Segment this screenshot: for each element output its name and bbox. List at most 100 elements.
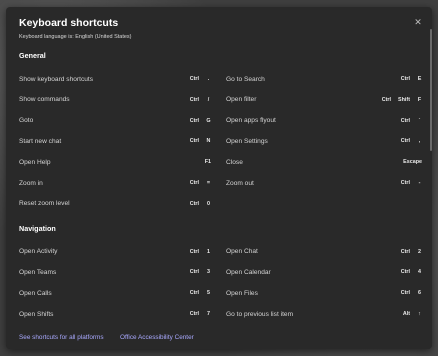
shortcut-row: Start new chat Ctrl N Open Settings Ctrl, — [19, 131, 422, 151]
key-label: N — [206, 138, 211, 145]
shortcut-label: Open Settings — [226, 137, 268, 145]
key-combination: Ctrl - — [401, 180, 422, 186]
key-label: ↑ — [418, 311, 421, 317]
shortcut-item: Open Files Ctrl 6 — [226, 283, 422, 303]
key-label: / — [207, 96, 210, 103]
shortcut-row: Goto Ctrl G Open apps flyout Ctrl ` — [19, 111, 422, 131]
shortcut-label: Open Help — [19, 158, 51, 166]
shortcut-row: Zoom in Ctrl = Zoom out Ctrl - — [19, 173, 422, 193]
key-label: Ctrl — [189, 269, 199, 276]
key-label: Ctrl — [400, 269, 410, 276]
key-label: 4 — [418, 269, 421, 276]
shortcut-item: Reset zoom level Ctrl 0 — [19, 194, 211, 214]
key-combination: Ctrl / — [190, 97, 211, 103]
shortcut-item: Open filter Ctrl Shift F — [226, 90, 422, 110]
shortcut-label: Reset zoom level — [19, 200, 70, 208]
key-combination: Ctrl, — [401, 138, 422, 144]
shortcut-label: Close — [226, 158, 243, 166]
shortcut-label: Open Teams — [19, 268, 57, 276]
key-combination: Ctrl 3 — [190, 269, 211, 275]
key-combination: Alt ↑ — [403, 311, 422, 317]
key-combination: Ctrl 4 — [401, 269, 422, 275]
shortcut-row: Open Shifts Ctrl 7 Go to previous list item… — [19, 304, 422, 324]
key-combination: Escape — [403, 159, 422, 165]
key-combination: Ctrl G — [190, 118, 211, 124]
key-label: = — [206, 180, 211, 186]
key-combination: Ctrl Shift F — [382, 97, 422, 103]
key-label: F1 — [204, 159, 211, 166]
shortcut-item: Open Calls Ctrl 5 — [19, 283, 211, 303]
shortcut-item: Open Activity Ctrl 1 — [19, 242, 211, 262]
key-label: Ctrl — [189, 290, 199, 297]
key-combination: Ctrl 6 — [401, 290, 422, 296]
key-label: , — [418, 138, 421, 145]
key-label: F — [417, 96, 422, 103]
key-combination: Ctrl. — [190, 76, 211, 82]
see-all-platforms-link[interactable]: See shortcuts for all platforms — [19, 334, 104, 341]
shortcut-item: Open apps flyout Ctrl ` — [226, 111, 422, 131]
shortcut-item: Start new chat Ctrl N — [19, 131, 211, 151]
shortcut-row: Open Calls Ctrl 5 Open Files Ctrl 6 — [19, 283, 422, 303]
shortcut-row: Reset zoom level Ctrl 0 — [19, 194, 422, 214]
shortcut-item: Goto Ctrl G — [19, 111, 211, 131]
key-combination: Ctrl 0 — [190, 201, 211, 207]
key-combination: Ctrl 7 — [190, 311, 211, 317]
shortcut-item: Open Help F1 — [19, 152, 211, 172]
shortcut-label: Go to Search — [226, 75, 265, 83]
key-label: Ctrl — [189, 180, 199, 186]
shortcut-item: Open Settings Ctrl, — [226, 131, 422, 151]
key-label: 6 — [418, 290, 421, 297]
key-label: 3 — [207, 269, 210, 276]
shortcut-label: Open apps flyout — [226, 117, 276, 125]
key-label: Ctrl — [189, 76, 199, 82]
shortcut-label: Show keyboard shortcuts — [19, 75, 94, 83]
shortcut-item: Open Teams Ctrl 3 — [19, 262, 211, 282]
shortcut-label: Zoom in — [19, 179, 43, 187]
key-label: Ctrl — [400, 76, 410, 82]
key-label: Ctrl — [400, 180, 410, 186]
shortcut-item: Close Escape — [226, 152, 422, 172]
shortcut-label: Open Calendar — [226, 268, 271, 276]
section-title: General — [19, 51, 46, 60]
key-label: Ctrl — [189, 117, 199, 124]
key-label: Shift — [398, 96, 410, 103]
key-combination: Ctrl 1 — [190, 249, 211, 255]
shortcut-row: Show commands Ctrl / Open filter Ctrl Shift F — [19, 90, 422, 110]
shortcut-row: Open Help F1 Close Escape — [19, 152, 422, 172]
key-label: Ctrl — [400, 290, 410, 297]
shortcut-label: Open Calls — [19, 289, 52, 297]
close-icon[interactable]: ✕ — [413, 17, 423, 27]
key-label: Ctrl — [381, 96, 392, 103]
shortcut-label: Show commands — [19, 96, 70, 104]
dialog-footer: See shortcuts for all platforms Office A… — [6, 330, 432, 349]
key-label: 5 — [207, 290, 210, 297]
key-combination: Ctrl 2 — [401, 249, 422, 255]
shortcut-row: Open Activity Ctrl 1 Open Chat Ctrl 2 — [19, 242, 422, 262]
accessibility-center-link[interactable]: Office Accessibility Center — [120, 334, 194, 341]
shortcut-item: Open Chat Ctrl 2 — [226, 242, 422, 262]
section-title: Navigation — [19, 223, 56, 233]
key-label: Ctrl — [400, 248, 410, 255]
scrollbar-thumb[interactable] — [430, 29, 432, 151]
shortcut-label: Goto — [19, 117, 34, 125]
key-label: 2 — [418, 248, 421, 255]
key-label: - — [418, 180, 421, 186]
key-label: Escape — [403, 159, 422, 166]
key-combination: Ctrl 5 — [190, 290, 211, 296]
shortcut-item: Go to previous list item Alt ↑ — [226, 304, 422, 324]
key-label: Alt — [402, 311, 410, 317]
keyboard-shortcuts-dialog: Keyboard shortcuts Keyboard language is:… — [6, 7, 432, 349]
shortcut-label: Open Activity — [19, 248, 58, 256]
key-combination: Ctrl = — [190, 180, 211, 186]
shortcut-label: Start new chat — [19, 137, 62, 145]
key-label: Ctrl — [189, 200, 199, 207]
shortcut-item: Zoom out Ctrl - — [226, 173, 422, 193]
key-combination: F1 — [205, 159, 211, 165]
key-label: 1 — [207, 248, 210, 255]
shortcut-label: Go to previous list item — [226, 310, 294, 318]
shortcuts-list: General Show keyboard shortcuts Ctrl. Go to… — [6, 45, 430, 330]
shortcut-label: Open filter — [226, 96, 257, 104]
shortcut-row: Open Teams Ctrl 3 Open Calendar Ctrl 4 — [19, 262, 422, 282]
key-label: . — [207, 76, 210, 82]
shortcut-item: Open Shifts Ctrl 7 — [19, 304, 211, 324]
